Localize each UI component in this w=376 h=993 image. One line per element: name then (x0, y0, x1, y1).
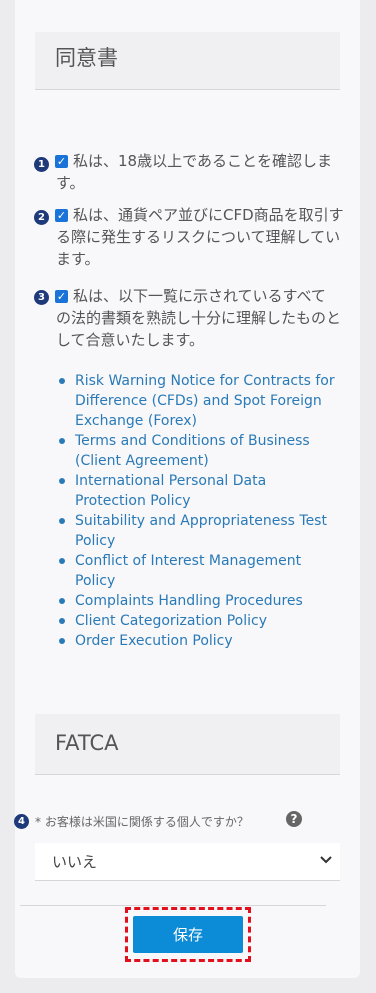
chevron-down-icon (320, 856, 332, 864)
doc-link-conflict-of-interest[interactable]: Conflict of Interest Management Policy (58, 551, 348, 591)
step-badge-2: 2 (34, 210, 49, 225)
doc-link-categorization[interactable]: Client Categorization Policy (58, 611, 348, 631)
doc-link-suitability[interactable]: Suitability and Appropriateness Test Poli… (58, 511, 348, 551)
step-badge-1: 1 (34, 157, 49, 172)
agree-text-risk: 私は、通貨ペア並びにCFD商品を取引す る際に発生するリスクについて理解してい … (56, 206, 344, 268)
doc-link-risk-warning[interactable]: Risk Warning Notice for Contracts for Dif… (58, 371, 348, 431)
doc-link-order-execution[interactable]: Order Execution Policy (58, 631, 348, 651)
fatca-section-header: FATCA (35, 714, 340, 775)
fatca-select[interactable]: いいえ (35, 843, 340, 881)
doc-link-complaints[interactable]: Complaints Handling Procedures (58, 591, 348, 611)
help-icon[interactable]: ? (286, 811, 302, 827)
consent-title: 同意書 (55, 46, 118, 70)
legal-documents-list: Risk Warning Notice for Contracts for Dif… (58, 371, 348, 651)
fatca-question-label: * お客様は米国に関係する個人ですか？ (35, 815, 249, 829)
agree-text-age: 私は、18歳以上であることを確認しま す。 (56, 152, 332, 192)
step-badge-4: 4 (14, 814, 29, 829)
fatca-title: FATCA (55, 731, 119, 755)
agree-text-legal: 私は、以下一覧に示されているすべて の法的書類を熟読し十分に理解したものと して… (56, 287, 342, 349)
save-button[interactable]: 保存 (133, 916, 243, 953)
step-badge-3: 3 (34, 290, 49, 305)
fatca-selected-value: いいえ (52, 853, 98, 871)
doc-link-terms[interactable]: Terms and Conditions of Business (Client … (58, 431, 348, 471)
doc-link-data-protection[interactable]: International Personal Data Protection Po… (58, 471, 348, 511)
consent-section-header: 同意書 (35, 32, 340, 90)
footer-divider (20, 905, 326, 906)
